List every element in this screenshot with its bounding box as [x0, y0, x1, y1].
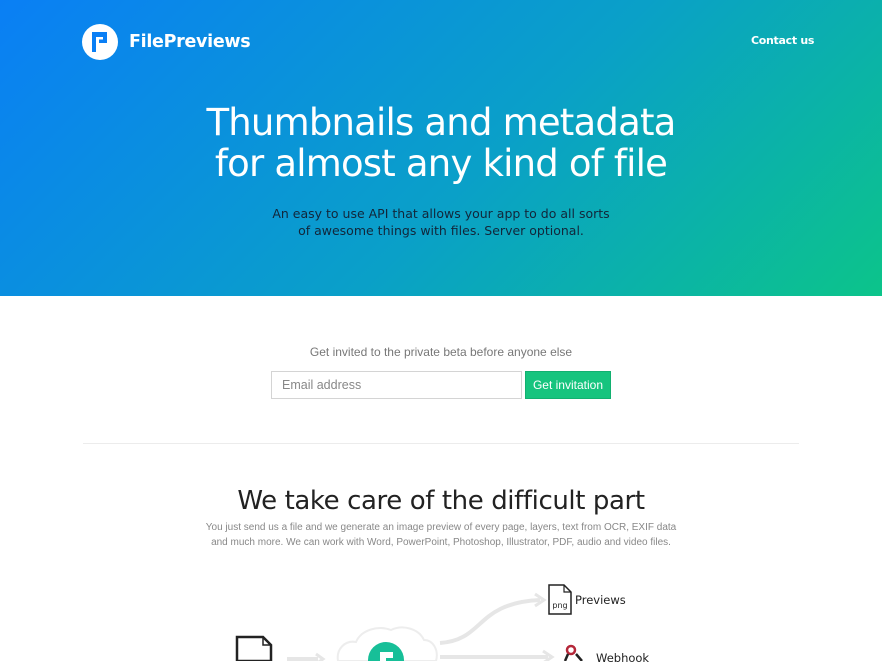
diagram-graphics: png [235, 584, 583, 661]
headline-line-2: for almost any kind of file [214, 142, 668, 185]
get-invitation-button[interactable]: Get invitation [525, 371, 611, 399]
brand-name: FilePreviews [129, 32, 251, 52]
subtitle-line-1: An easy to use API that allows your app … [272, 206, 610, 221]
hero-subtitle: An easy to use API that allows your app … [0, 205, 882, 239]
output-previews-label: Previews [575, 593, 626, 607]
document-icon [235, 635, 273, 661]
email-field[interactable] [271, 371, 522, 399]
section-description: You just send us a file and we generate … [0, 521, 882, 550]
contact-us-link[interactable]: Contact us [751, 34, 814, 47]
png-label: png [552, 601, 567, 610]
cloud-icon [336, 626, 438, 661]
section-divider [83, 443, 799, 444]
subtitle-line-2: of awesome things with files. Server opt… [298, 223, 584, 238]
brand-logo[interactable]: FilePreviews [82, 24, 251, 60]
description-line-1: You just send us a file and we generate … [205, 522, 677, 533]
logo-f-icon [82, 24, 118, 60]
hero-headline: Thumbnails and metadata for almost any k… [0, 102, 882, 184]
headline-line-1: Thumbnails and metadata [206, 101, 676, 144]
output-webhook-label: Webhook [596, 651, 650, 665]
webhook-icon [563, 644, 583, 661]
section-title: We take care of the difficult part [237, 486, 645, 516]
process-diagram: png Previews Webhook [0, 570, 882, 665]
png-file-icon: png [548, 584, 572, 615]
description-line-2: and much more. We can work with Word, Po… [211, 536, 671, 548]
beta-prompt: Get invited to the private beta before a… [309, 345, 573, 359]
arrow-icon [287, 652, 326, 661]
hero-section: FilePreviews Contact us Thumbnails and m… [0, 0, 882, 296]
